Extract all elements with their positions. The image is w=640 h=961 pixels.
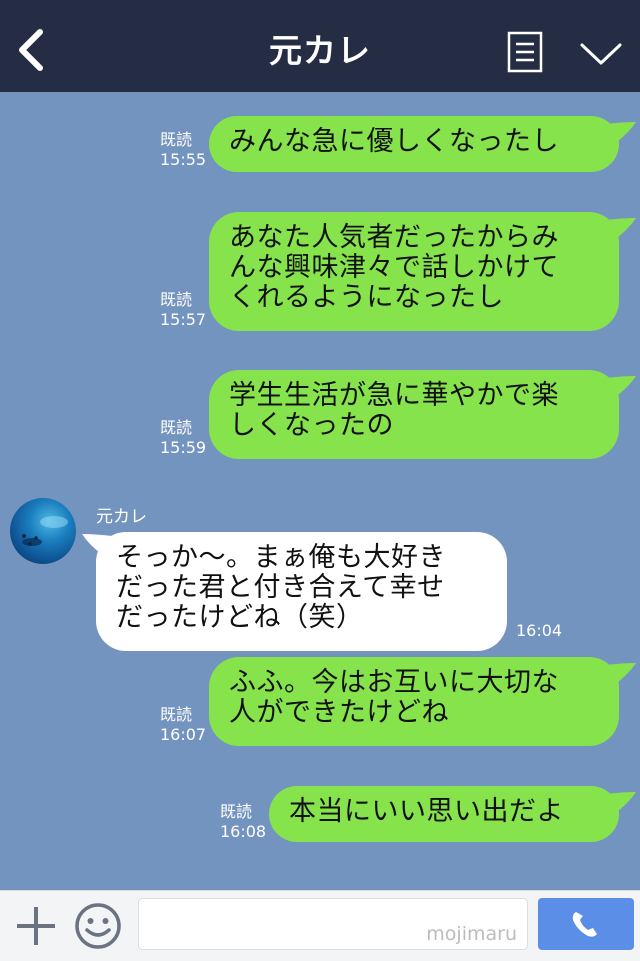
message-time: 15:55 — [160, 150, 207, 169]
sent-message-bubble: 本当にいい思い出だよ — [269, 786, 619, 842]
read-label: 既読 — [220, 802, 253, 821]
message-read-status: 既読 15:55 — [160, 130, 206, 170]
smiley-icon[interactable] — [74, 902, 122, 950]
message-time: 16:07 — [160, 725, 207, 744]
watermark: mojimaru — [426, 923, 517, 945]
message-input[interactable]: mojimaru — [138, 898, 528, 950]
read-label: 既読 — [160, 290, 193, 309]
plus-icon[interactable] — [14, 904, 58, 948]
call-button[interactable] — [538, 898, 634, 950]
sent-message-bubble: あなた人気者だったからみ んな興味津々で話しかけて くれるようになったし — [209, 212, 619, 331]
sent-message-bubble: みんな急に優しくなったし — [209, 116, 619, 172]
message-read-status: 既読 15:57 — [160, 290, 206, 330]
chat-title: 元カレ — [269, 31, 371, 70]
read-label: 既読 — [160, 130, 193, 149]
contact-avatar[interactable] — [10, 498, 76, 564]
read-label: 既読 — [160, 705, 193, 724]
sent-message-bubble: 学生生活が急に華やかで楽 しくなったの — [209, 370, 619, 459]
phone-icon — [572, 912, 597, 937]
message-time: 15:59 — [160, 438, 207, 457]
message-time: 15:57 — [160, 310, 207, 329]
message-read-status: 既読 16:08 — [220, 802, 266, 842]
message-read-status: 既読 16:07 — [160, 705, 206, 745]
sender-name: 元カレ — [96, 507, 147, 527]
read-label: 既読 — [160, 418, 193, 437]
menu-icon[interactable] — [507, 31, 543, 73]
message-read-status: 既読 15:59 — [160, 418, 206, 458]
message-time: 16:04 — [516, 621, 563, 640]
chat-header: 元カレ — [0, 0, 640, 92]
avatar-image — [22, 516, 68, 546]
received-message-bubble: そっか〜。まぁ俺も大好き だった君と付き合えて幸せ だったけどね（笑） — [96, 532, 507, 651]
message-time: 16:08 — [220, 822, 267, 841]
chevron-down-icon[interactable] — [579, 40, 623, 68]
sent-message-bubble: ふふ。今はお互いに大切な 人ができたけどね — [209, 657, 619, 746]
